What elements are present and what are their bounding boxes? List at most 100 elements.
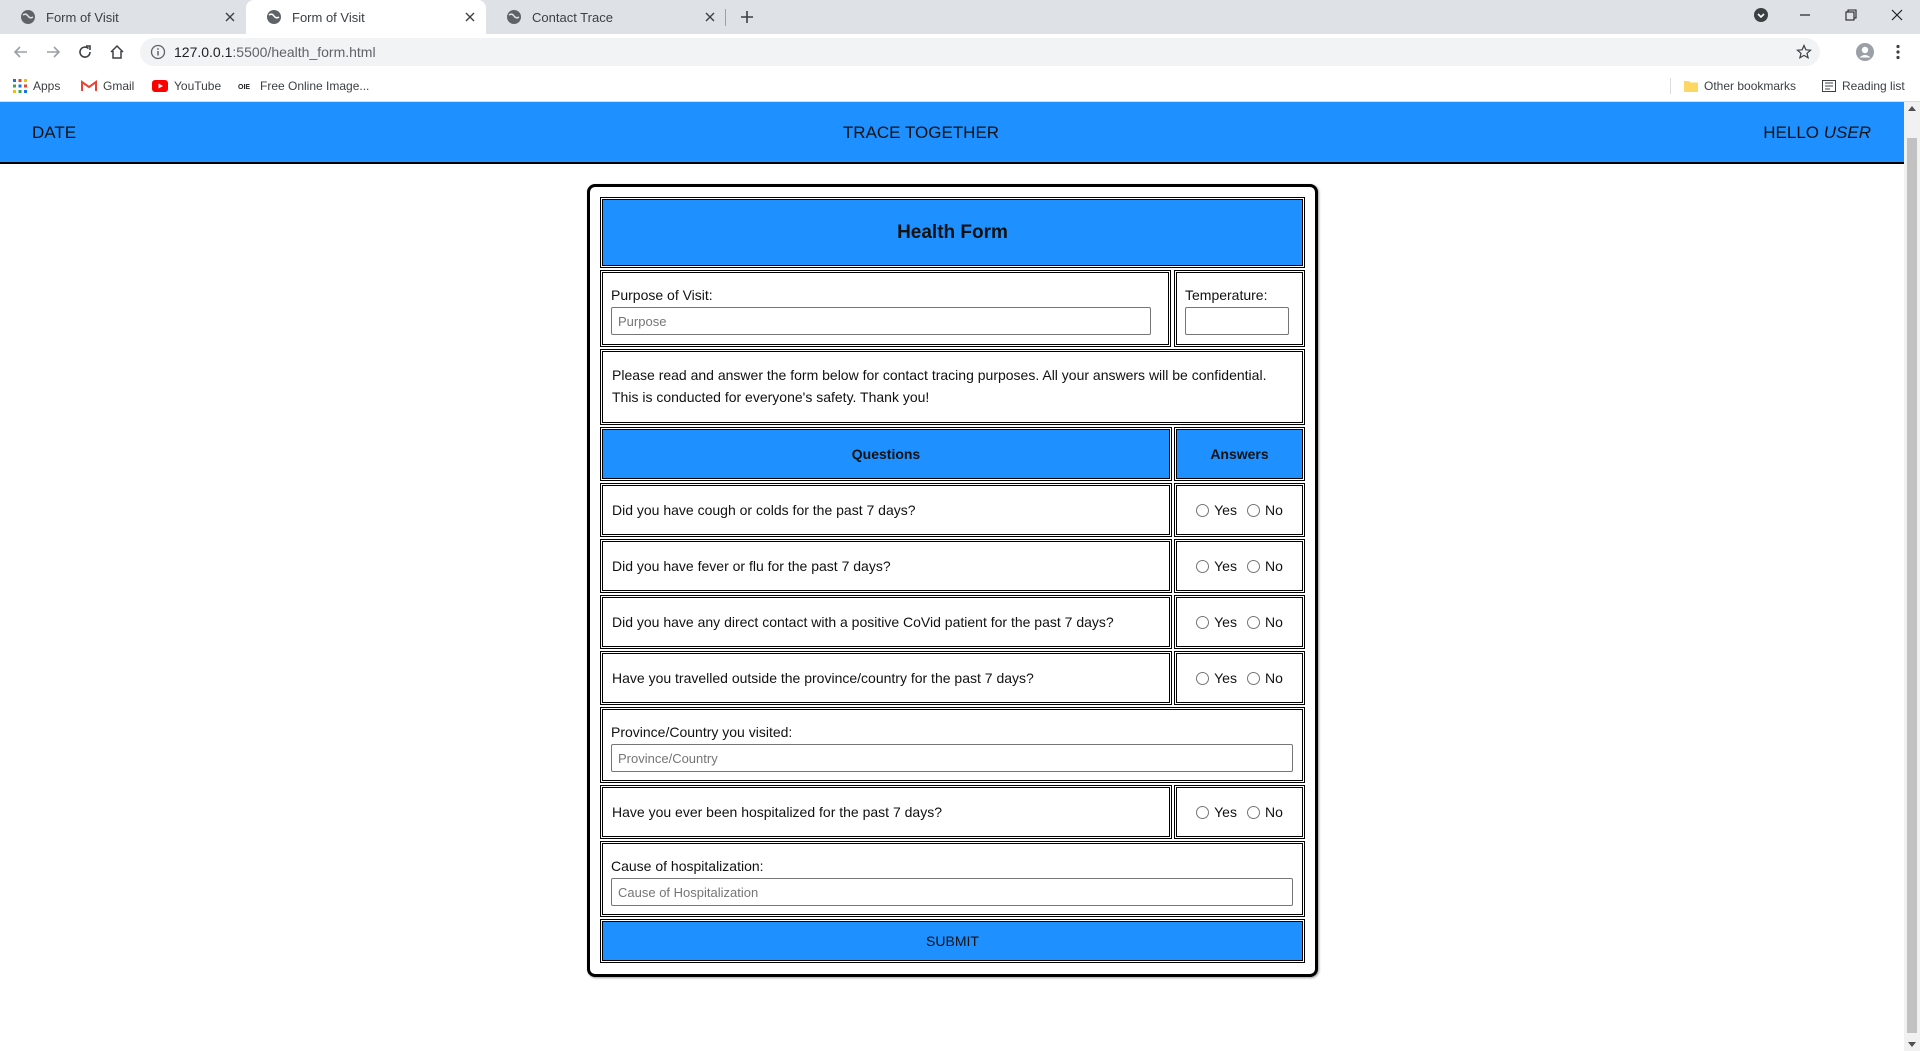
- radio-button[interactable]: [1246, 503, 1260, 517]
- answer-4-no[interactable]: No: [1246, 670, 1283, 686]
- yes-label: Yes: [1214, 614, 1237, 630]
- reading-list-icon: [1822, 80, 1836, 92]
- url-text: 127.0.0.1:5500/health_form.html: [174, 44, 376, 60]
- purpose-input[interactable]: Purpose: [611, 307, 1151, 335]
- close-icon[interactable]: [702, 9, 718, 25]
- profile-button[interactable]: [1853, 40, 1877, 64]
- youtube-icon: [152, 80, 168, 92]
- temperature-input[interactable]: [1185, 307, 1289, 335]
- answer-5-no[interactable]: No: [1246, 804, 1283, 820]
- radio-button[interactable]: [1196, 671, 1210, 685]
- answer-1: Yes No: [1174, 483, 1305, 537]
- menu-button[interactable]: [1886, 40, 1910, 64]
- temperature-label: Temperature:: [1185, 287, 1268, 303]
- answer-1-yes[interactable]: Yes: [1196, 502, 1237, 518]
- temperature-cell: Temperature:: [1174, 270, 1305, 347]
- reload-icon: [79, 45, 91, 58]
- restore-button[interactable]: [1828, 0, 1874, 30]
- form-title: Health Form: [600, 197, 1305, 268]
- minimize-icon: [1800, 14, 1810, 16]
- bookmarks-bar: Apps Gmail YouTube OIE Free Online Image…: [0, 70, 1920, 102]
- radio-button[interactable]: [1246, 615, 1260, 629]
- page-viewport: DATE TRACE TOGETHER HELLO USER Health Fo…: [0, 102, 1904, 1051]
- bookmark-apps[interactable]: Apps: [13, 70, 60, 102]
- answer-2: Yes No: [1174, 539, 1305, 593]
- yes-label: Yes: [1214, 804, 1237, 820]
- bookmark-free-online-image[interactable]: OIE Free Online Image...: [238, 70, 369, 102]
- purpose-label: Purpose of Visit:: [611, 287, 713, 303]
- tab-contact-trace[interactable]: Contact Trace: [486, 0, 726, 34]
- answer-2-yes[interactable]: Yes: [1196, 558, 1237, 574]
- cause-cell: Cause of hospitalization: Cause of Hospi…: [600, 841, 1305, 917]
- address-bar[interactable]: 127.0.0.1:5500/health_form.html: [140, 38, 1820, 66]
- globe-icon: [20, 9, 36, 25]
- health-form-card: Health Form Purpose of Visit: Purpose Te…: [587, 184, 1318, 977]
- answer-3-yes[interactable]: Yes: [1196, 614, 1237, 630]
- gmail-icon: [81, 80, 97, 91]
- scrollbar-thumb[interactable]: [1907, 138, 1917, 1033]
- scroll-down-arrow-icon[interactable]: [1908, 1042, 1916, 1047]
- notice-cell: Please read and answer the form below fo…: [600, 349, 1305, 425]
- forward-button[interactable]: [41, 40, 65, 64]
- info-icon[interactable]: [150, 44, 166, 60]
- tab-search-button[interactable]: [1738, 0, 1784, 30]
- minimize-button[interactable]: [1782, 0, 1828, 30]
- answer-5-yes[interactable]: Yes: [1196, 804, 1237, 820]
- vertical-scrollbar[interactable]: [1904, 102, 1920, 1051]
- bookmark-youtube[interactable]: YouTube: [152, 70, 221, 102]
- bookmark-label: Reading list: [1842, 79, 1905, 93]
- yes-label: Yes: [1214, 558, 1237, 574]
- radio-button[interactable]: [1246, 805, 1260, 819]
- avatar-icon: [1856, 43, 1874, 61]
- cause-label: Cause of hospitalization:: [611, 858, 764, 874]
- question-4: Have you travelled outside the province/…: [600, 651, 1172, 705]
- reading-list-button[interactable]: Reading list: [1822, 70, 1905, 102]
- chevron-down-icon: [1754, 8, 1768, 22]
- close-icon[interactable]: [222, 9, 238, 25]
- apps-grid-icon: [13, 79, 27, 93]
- radio-button[interactable]: [1196, 503, 1210, 517]
- question-2: Did you have fever or flu for the past 7…: [600, 539, 1172, 593]
- bookmark-gmail[interactable]: Gmail: [81, 70, 134, 102]
- submit-button[interactable]: SUBMIT: [600, 919, 1305, 963]
- svg-text:OIE: OIE: [238, 84, 250, 91]
- notice-line-2: This is conducted for everyone's safety.…: [612, 389, 930, 405]
- new-tab-button[interactable]: [736, 6, 758, 28]
- radio-button[interactable]: [1196, 805, 1210, 819]
- reload-button[interactable]: [73, 40, 97, 64]
- answer-5: Yes No: [1174, 785, 1305, 839]
- bookmark-other-bookmarks[interactable]: Other bookmarks: [1684, 70, 1796, 102]
- answer-2-no[interactable]: No: [1246, 558, 1283, 574]
- answer-3-no[interactable]: No: [1246, 614, 1283, 630]
- answers-header: Answers: [1174, 427, 1305, 481]
- restore-icon: [1845, 9, 1857, 21]
- plus-icon: [741, 11, 753, 23]
- star-icon[interactable]: [1796, 44, 1812, 65]
- province-input[interactable]: Province/Country: [611, 744, 1293, 772]
- no-label: No: [1264, 670, 1283, 686]
- cause-input[interactable]: Cause of Hospitalization: [611, 878, 1293, 906]
- radio-button[interactable]: [1196, 559, 1210, 573]
- close-window-button[interactable]: [1874, 0, 1920, 30]
- tab-form-of-visit-2[interactable]: Form of Visit: [246, 0, 486, 34]
- header-brand: TRACE TOGETHER: [842, 123, 1000, 142]
- scroll-up-arrow-icon[interactable]: [1908, 106, 1916, 111]
- bookmark-label: YouTube: [174, 79, 222, 93]
- browser-toolbar: 127.0.0.1:5500/health_form.html: [0, 34, 1920, 70]
- close-icon[interactable]: [462, 9, 478, 25]
- back-button[interactable]: [9, 40, 33, 64]
- arrow-left-icon: [13, 46, 27, 58]
- globe-icon: [266, 9, 282, 25]
- answer-4-yes[interactable]: Yes: [1196, 670, 1237, 686]
- tab-form-of-visit-1[interactable]: Form of Visit: [0, 0, 246, 34]
- question-1: Did you have cough or colds for the past…: [600, 483, 1172, 537]
- radio-button[interactable]: [1246, 671, 1260, 685]
- no-label: No: [1264, 804, 1283, 820]
- home-button[interactable]: [105, 40, 129, 64]
- tab-title: Contact Trace: [532, 9, 613, 25]
- radio-button[interactable]: [1196, 615, 1210, 629]
- folder-icon: [1684, 81, 1698, 92]
- home-icon: [110, 44, 124, 59]
- answer-1-no[interactable]: No: [1246, 502, 1283, 518]
- radio-button[interactable]: [1246, 559, 1260, 573]
